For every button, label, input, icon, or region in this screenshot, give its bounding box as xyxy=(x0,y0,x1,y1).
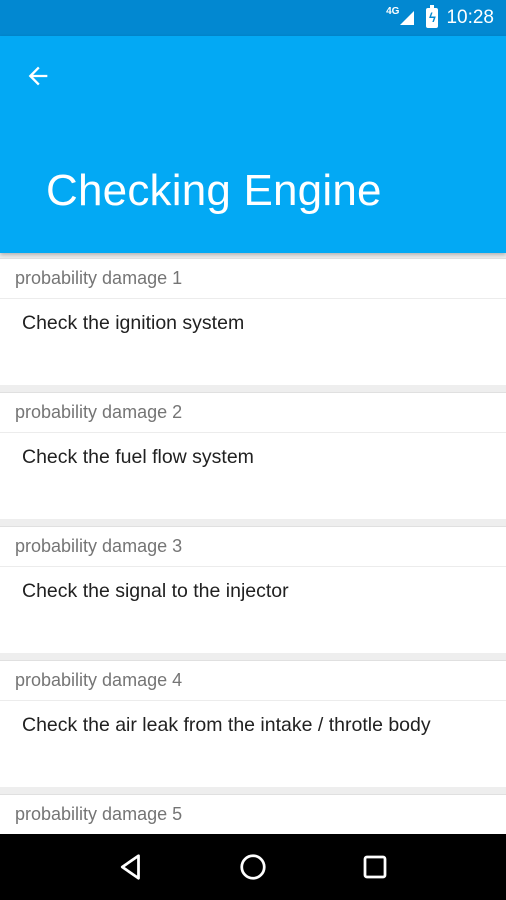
damage-card[interactable]: probability damage 2 Check the fuel flow… xyxy=(0,392,506,519)
network-type: 4G xyxy=(386,6,400,17)
battery-charging-icon xyxy=(426,5,439,28)
status-bar: 4G 10:28 xyxy=(0,0,506,36)
circle-home-icon xyxy=(240,854,266,880)
signal-icon xyxy=(400,11,415,25)
arrow-left-icon xyxy=(28,66,48,86)
back-button[interactable] xyxy=(14,56,62,96)
nav-back-button[interactable] xyxy=(101,837,161,897)
card-header: probability damage 2 xyxy=(0,393,506,433)
card-header: probability damage 4 xyxy=(0,661,506,701)
app-bar: Checking Engine xyxy=(0,36,506,253)
nav-recents-button[interactable] xyxy=(345,837,405,897)
triangle-back-icon xyxy=(120,854,140,880)
card-body: Check the signal to the injector xyxy=(22,580,289,602)
card-header: probability damage 3 xyxy=(0,527,506,567)
damage-card[interactable]: probability damage 5 xyxy=(0,794,506,834)
card-header: probability damage 5 xyxy=(0,795,506,834)
card-body: Check the air leak from the intake / thr… xyxy=(22,714,431,736)
damage-list[interactable]: probability damage 1 Check the ignition … xyxy=(0,253,506,834)
damage-card[interactable]: probability damage 1 Check the ignition … xyxy=(0,258,506,385)
clock: 10:28 xyxy=(446,7,494,28)
nav-home-button[interactable] xyxy=(223,837,283,897)
navigation-bar xyxy=(0,834,506,900)
card-body: Check the fuel flow system xyxy=(22,446,254,468)
page-title: Checking Engine xyxy=(46,166,382,215)
damage-card[interactable]: probability damage 3 Check the signal to… xyxy=(0,526,506,653)
damage-card[interactable]: probability damage 4 Check the air leak … xyxy=(0,660,506,787)
card-body: Check the ignition system xyxy=(22,312,245,334)
card-header: probability damage 1 xyxy=(0,259,506,299)
square-recents-icon xyxy=(363,855,387,879)
